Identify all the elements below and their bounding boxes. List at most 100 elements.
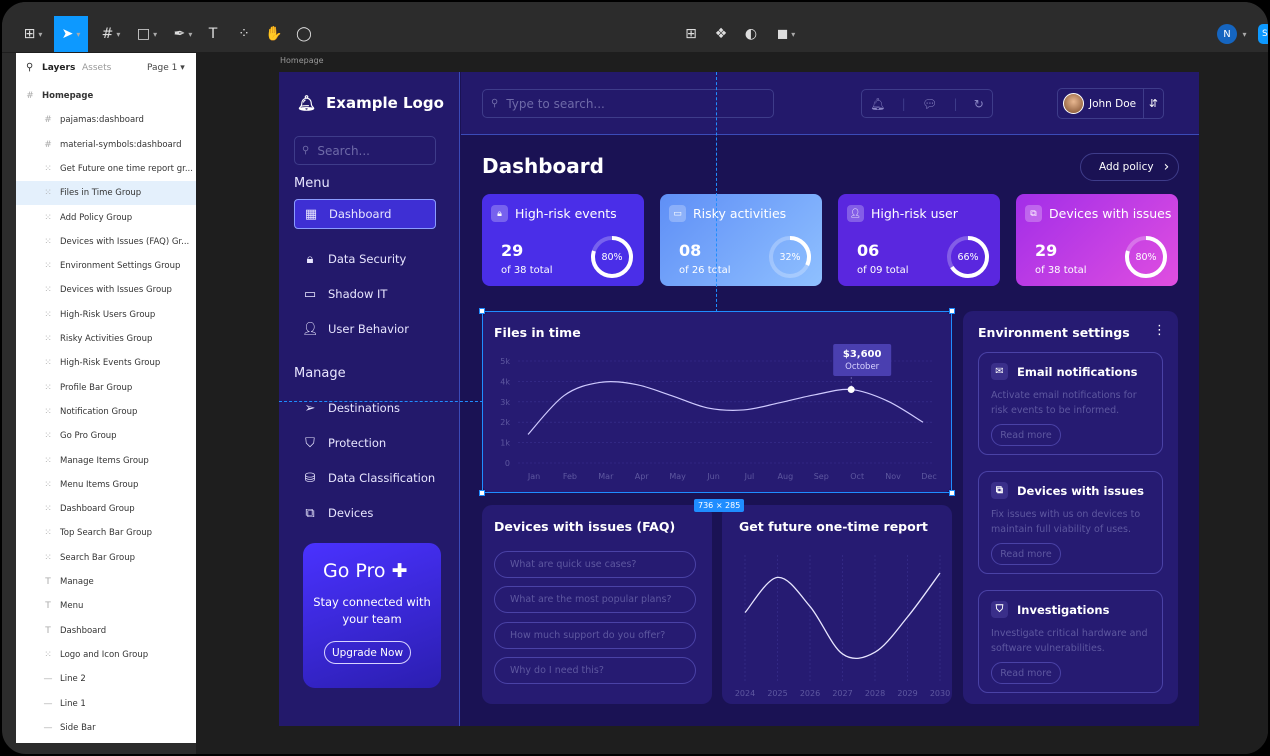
layer-row[interactable]: # Homepage — [16, 84, 196, 108]
contrast-icon[interactable]: ◐ — [739, 16, 763, 52]
read-more-button[interactable]: Read more — [991, 662, 1061, 684]
resize-handle[interactable] — [479, 308, 485, 314]
layer-row[interactable]: ⁙ Notification Group — [16, 400, 196, 424]
layer-name: Devices with Issues (FAQ) Gr... — [60, 236, 190, 247]
sidebar-item-dashboard[interactable]: ▦ Dashboard — [294, 199, 436, 229]
faq-item[interactable]: Why do I need this? — [494, 657, 696, 684]
sidebar-item-destinations[interactable]: ➢ Destinations — [294, 393, 436, 423]
layer-row[interactable]: T Manage — [16, 570, 196, 594]
layer-row[interactable]: ⁙ Devices with Issues Group — [16, 278, 196, 302]
layer-row[interactable]: T Menu — [16, 594, 196, 618]
stat-percent: 80% — [1135, 251, 1157, 263]
bell-icon[interactable]: 🔔︎ — [870, 97, 885, 111]
top-bar: ⚲ Type to search... 🔔︎ | 💬︎ | ↻ John Doe ⇵ — [461, 72, 1199, 135]
layer-row[interactable]: ⁙ Risky Activities Group — [16, 327, 196, 351]
layer-row[interactable]: ⁙ Top Search Bar Group — [16, 521, 196, 545]
layer-row[interactable]: ⁙ Files in Time Group — [16, 181, 196, 206]
page-selector[interactable]: Page 1 ▾ — [147, 63, 185, 73]
shield-icon: ⛉ — [991, 601, 1008, 618]
resize-handle[interactable] — [479, 490, 485, 496]
frame-tool-icon[interactable]: # ▾ — [94, 16, 128, 52]
layer-row[interactable]: ⁙ Profile Bar Group — [16, 376, 196, 400]
layer-row[interactable]: ⁙ Environment Settings Group — [16, 254, 196, 278]
layer-row[interactable]: ⁙ Search Bar Group — [16, 546, 196, 570]
resources-tool-icon[interactable]: ⁘ — [232, 16, 256, 52]
layer-row[interactable]: ⁙ Manage Items Group — [16, 449, 196, 473]
comment-tool-icon[interactable]: ◯ — [292, 16, 316, 52]
user-avatar[interactable]: N — [1217, 24, 1237, 44]
top-search-input[interactable]: ⚲ Type to search... — [482, 89, 774, 118]
layer-row[interactable]: ⁙ Devices with Issues (FAQ) Gr... — [16, 230, 196, 254]
faq-item[interactable]: How much support do you offer? — [494, 622, 696, 649]
text-tool-icon[interactable]: T — [202, 16, 224, 52]
faq-item[interactable]: What are the most popular plans? — [494, 586, 696, 613]
more-vertical-icon[interactable]: ⋮ — [1153, 323, 1166, 338]
stat-card[interactable]: 🔒︎ High-risk events 29 of 38 total 80% — [482, 194, 644, 286]
layer-row[interactable]: T Dashboard — [16, 619, 196, 643]
layer-row[interactable]: # pajamas:dashboard — [16, 108, 196, 132]
tab-layers[interactable]: Layers — [42, 63, 75, 73]
sidebar-item-protection[interactable]: ⛉ Protection — [294, 428, 436, 458]
environment-settings-title: Environment settings — [978, 325, 1130, 340]
selection-box[interactable] — [479, 308, 955, 496]
boolean-icon[interactable]: ◼ ▾ — [769, 16, 803, 52]
layer-row[interactable]: — Line 1 — [16, 692, 196, 716]
shape-tool-icon[interactable]: □ ▾ — [130, 16, 164, 52]
pen-tool-icon[interactable]: ✒ ▾ — [166, 16, 200, 52]
layer-name: Line 2 — [60, 674, 86, 685]
devices-icon: ⧉ — [305, 505, 315, 521]
sidebar-search-input[interactable]: ⚲ Search... — [294, 136, 436, 165]
layer-group-icon: ⁙ — [44, 479, 52, 490]
resize-handle[interactable] — [949, 490, 955, 496]
stat-card[interactable]: ▭ Risky activities 08 of 26 total 32% — [660, 194, 822, 286]
move-tool-icon[interactable]: ➤ ▾ — [54, 16, 88, 52]
search-icon[interactable]: ⚲ — [26, 62, 33, 73]
user-icon: 👤︎ — [847, 205, 864, 222]
layer-name: Line 1 — [60, 698, 86, 709]
sidebar-item-shadow-it[interactable]: ▭ Shadow IT — [294, 279, 436, 309]
frame-label[interactable]: Homepage — [280, 56, 324, 65]
hand-tool-icon[interactable]: ✋ — [262, 16, 286, 52]
layer-row[interactable]: ⁙ Get Future one time report gr... — [16, 157, 196, 181]
sidebar-item-devices[interactable]: ⧉ Devices — [294, 498, 436, 528]
stat-label: High-risk user — [871, 206, 958, 221]
figma-window: ⊞ ▾ ➤ ▾ # ▾ □ ▾ ✒ ▾ T ⁘ ✋ ◯ ⊞ ❖ ◐ ◼ ▾ N ▾ S ⚲ … — [0, 0, 1270, 756]
faq-item[interactable]: What are quick use cases? — [494, 551, 696, 578]
main-menu-icon[interactable]: ⊞ ▾ — [16, 16, 50, 52]
tab-assets[interactable]: Assets — [82, 63, 111, 73]
chevron-down-icon[interactable]: ▾ — [1238, 16, 1248, 52]
read-more-button[interactable]: Read more — [991, 424, 1061, 446]
layer-row[interactable]: # material-symbols:dashboard — [16, 133, 196, 157]
sidebar-item-user-behavior[interactable]: 👤︎ User Behavior — [294, 314, 436, 344]
share-button[interactable]: S — [1258, 24, 1268, 44]
layer-row[interactable]: ⁙ Logo and Icon Group — [16, 643, 196, 667]
refresh-icon[interactable]: ↻ — [974, 97, 984, 111]
stat-card[interactable]: 👤︎ High-risk user 06 of 09 total 66% — [838, 194, 1000, 286]
sidebar-item-data-security[interactable]: 🔒︎ Data Security — [294, 244, 436, 274]
resize-handle[interactable] — [949, 308, 955, 314]
layer-text-icon: T — [45, 577, 51, 587]
add-policy-button[interactable]: Add policy › — [1080, 153, 1179, 181]
stat-card[interactable]: ⧉ Devices with issues 29 of 38 total 80% — [1016, 194, 1178, 286]
layer-name: pajamas:dashboard — [60, 115, 144, 126]
upgrade-now-button[interactable]: Upgrade Now — [324, 641, 411, 664]
logo[interactable]: 🔔︎ Example Logo — [297, 94, 444, 112]
layer-row[interactable]: ⁙ Menu Items Group — [16, 473, 196, 497]
sort-arrows-icon[interactable]: ⇵ — [1143, 89, 1163, 118]
stat-value: 29 — [1035, 241, 1058, 260]
grid-icon[interactable]: ⊞ — [679, 16, 703, 52]
layer-row[interactable]: ⁙ Dashboard Group — [16, 497, 196, 521]
layer-row[interactable]: — Line 2 — [16, 667, 196, 691]
layer-row[interactable]: ⁙ High-Risk Users Group — [16, 303, 196, 327]
send-icon: ➢ — [304, 400, 316, 416]
read-more-button[interactable]: Read more — [991, 543, 1061, 565]
layer-row[interactable]: ⁙ High-Risk Events Group — [16, 351, 196, 375]
sidebar-item-data-classification[interactable]: ⛁ Data Classification — [294, 463, 436, 493]
layer-row[interactable]: — Side Bar — [16, 716, 196, 740]
layer-row[interactable]: ⁙ Add Policy Group — [16, 206, 196, 230]
component-icon[interactable]: ❖ — [709, 16, 733, 52]
layer-row[interactable]: ⁙ Go Pro Group — [16, 424, 196, 448]
profile-bar[interactable]: John Doe ⇵ — [1057, 88, 1164, 119]
chat-icon[interactable]: 💬︎ — [922, 97, 937, 111]
x-tick-label: 2029 — [897, 689, 917, 698]
